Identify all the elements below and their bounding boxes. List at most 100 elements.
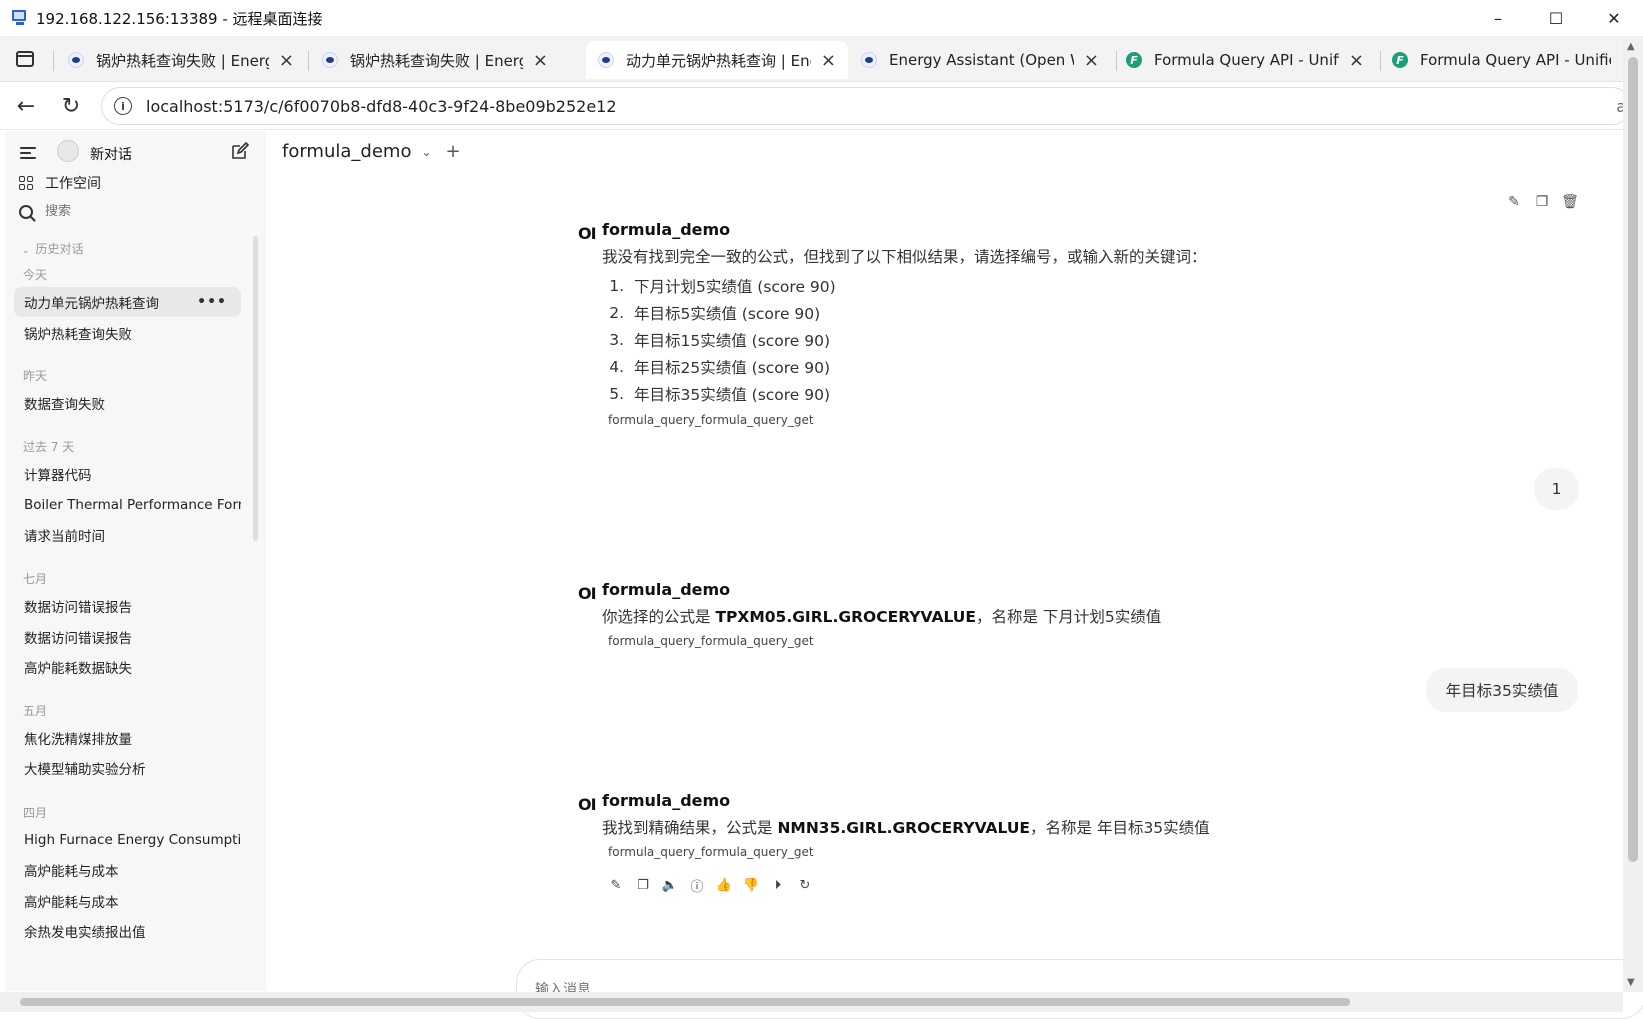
chat-item-active[interactable]: 动力单元锅炉热耗查询 ••• (14, 287, 241, 317)
chat-item[interactable]: 焦化洗精煤排放量 (14, 723, 241, 753)
reload-button[interactable]: ↻ (57, 92, 85, 120)
continue-play-icon[interactable]: ⏵ (770, 877, 786, 893)
close-window-button[interactable]: ✕ (1585, 0, 1643, 37)
history-label: 历史对话 (35, 242, 84, 256)
close-tab-icon[interactable]: × (1084, 50, 1099, 71)
close-tab-icon[interactable]: × (533, 50, 548, 71)
maximize-button[interactable]: ☐ (1527, 0, 1585, 37)
section-label: 四月 (23, 806, 48, 820)
chat-item[interactable]: Boiler Thermal Performance Forn (14, 490, 241, 520)
section-label: 过去 7 天 (23, 440, 75, 454)
page-horizontal-scrollbar[interactable] (0, 992, 1623, 1012)
browser-tab[interactable]: F Formula Query API - Unified × (1114, 41, 1376, 79)
list-text: 下月计划5实绩值 (score 90) (634, 277, 836, 296)
browser-tab[interactable]: F Formula Query API - Unified (1380, 41, 1623, 79)
sidebar-search[interactable] (19, 204, 225, 219)
add-model-icon[interactable]: + (446, 141, 461, 162)
chat-item[interactable]: 计算器代码 (14, 459, 241, 489)
tab-actions-button[interactable] (12, 46, 38, 72)
message-text-pre: 我找到精确结果，公式是 (602, 819, 778, 837)
tool-call-tag[interactable]: formula_query_formula_query_get (608, 413, 1402, 427)
model-selector[interactable]: formula_demo ⌄ + (282, 141, 461, 162)
chat-item[interactable]: 请求当前时间 (14, 520, 241, 550)
chat-item[interactable]: 高炉能耗与成本 (14, 886, 241, 916)
address-bar[interactable]: i localhost:5173/c/6f0070b8-dfd8-40c3-9f… (101, 87, 1631, 125)
close-tab-icon[interactable]: × (821, 50, 836, 71)
chat-item[interactable]: 数据访问错误报告 (14, 622, 241, 652)
search-input[interactable] (45, 204, 225, 219)
edit-pencil-icon[interactable]: ✎ (608, 877, 624, 893)
browser-tab[interactable]: 锅炉热耗查询失败 | Energy A × (310, 41, 560, 79)
chat-item-label: 请求当前时间 (24, 529, 105, 545)
chat-item[interactable]: 数据查询失败 (14, 388, 241, 418)
thumbs-up-icon[interactable]: 👍 (716, 877, 732, 893)
sidebar: 新对话 工作空间 ⌄ 历史对话 今天 动力单元锅炉热耗查询 ••• 锅炉热耗查询失… (5, 131, 266, 991)
chat-item[interactable]: 高炉能耗与成本 (14, 855, 241, 885)
close-tab-icon[interactable]: × (1349, 50, 1364, 71)
chat-item[interactable]: 余热发电实绩报出值 (14, 916, 241, 946)
message-text-post: ，名称是 年目标35实绩值 (1030, 819, 1210, 837)
model-name: formula_demo (282, 141, 412, 162)
read-aloud-speaker-icon[interactable]: 🔈 (662, 877, 678, 893)
edit-pencil-icon[interactable]: ✎ (1506, 194, 1522, 210)
url-text[interactable]: localhost:5173/c/6f0070b8-dfd8-40c3-9f24… (146, 97, 617, 116)
more-options-icon[interactable]: ••• (197, 294, 227, 310)
list-number: 2. (609, 303, 624, 322)
chat-item[interactable]: 锅炉热耗查询失败 (14, 318, 241, 348)
chevron-down-icon: ⌄ (22, 246, 30, 256)
scroll-down-icon[interactable]: ▼ (1627, 977, 1635, 988)
browser-tab[interactable]: 锅炉热耗查询失败 | Energy A × (56, 41, 306, 79)
openwebui-icon (598, 52, 614, 68)
tool-call-tag[interactable]: formula_query_formula_query_get (608, 845, 1402, 859)
fastapi-icon: F (1392, 52, 1408, 68)
sidebar-toggle-icon[interactable] (20, 147, 36, 159)
workspace-link[interactable]: 工作空间 (19, 173, 101, 193)
thumbs-down-icon[interactable]: 👎 (743, 877, 759, 893)
chat-item-label: Boiler Thermal Performance Forn (24, 497, 241, 513)
browser-tab-active[interactable]: 动力单元锅炉热耗查询 | Ener × (586, 41, 848, 79)
app-logo (57, 140, 79, 162)
chat-main: formula_demo ⌄ + ✎ ❐ 🗑 OI formula_demo 我… (266, 131, 1643, 1019)
message-author: formula_demo (602, 580, 731, 599)
regenerate-icon[interactable]: ↻ (797, 877, 813, 893)
new-chat-edit-icon[interactable] (230, 141, 250, 161)
tab-label: Formula Query API - Unified (1154, 51, 1339, 69)
info-icon[interactable]: ⓘ (689, 877, 705, 895)
chat-item[interactable]: 数据访问错误报告 (14, 591, 241, 621)
list-text: 年目标35实绩值 (score 90) (634, 385, 831, 404)
section-label: 七月 (23, 572, 48, 586)
sidebar-scrollbar[interactable] (253, 236, 258, 541)
list-item: 5. 年目标35实绩值 (score 90) (602, 380, 1402, 407)
user-message-bubble: 1 (1534, 468, 1579, 510)
formula-code: NMN35.GIRL.GROCERYVALUE (777, 819, 1031, 837)
scroll-thumb[interactable] (20, 998, 1350, 1006)
scroll-up-icon[interactable]: ▲ (1627, 41, 1635, 52)
model-avatar-icon: OI (578, 795, 597, 814)
browser-tab[interactable]: Energy Assistant (Open Web × (849, 41, 1111, 79)
history-header[interactable]: ⌄ 历史对话 (22, 240, 84, 257)
user-message-text: 年目标35实绩值 (1445, 682, 1559, 700)
list-item: 4. 年目标25实绩值 (score 90) (602, 353, 1402, 380)
chat-item-label: 高炉能耗与成本 (24, 895, 119, 911)
chevron-down-icon: ⌄ (421, 144, 432, 159)
chat-item[interactable]: High Furnace Energy Consumptic (14, 825, 241, 855)
tool-call-tag[interactable]: formula_query_formula_query_get (608, 634, 1402, 648)
chat-item[interactable]: 高炉能耗数据缺失 (14, 652, 241, 682)
delete-trash-icon[interactable]: 🗑 (1561, 194, 1579, 210)
message-text-post: ，名称是 下月计划5实绩值 (975, 608, 1162, 626)
copy-icon[interactable]: ❐ (1534, 194, 1550, 210)
user-message-text: 1 (1551, 480, 1562, 498)
page-vertical-scrollbar[interactable]: ▲ ▼ (1623, 37, 1643, 992)
minimize-button[interactable]: – (1469, 0, 1527, 37)
site-info-icon[interactable]: i (114, 97, 132, 115)
close-tab-icon[interactable]: × (279, 50, 294, 71)
tab-divider (53, 51, 54, 71)
list-number: 1. (609, 276, 624, 295)
formula-code: TPXM05.GIRL.GROCERYVALUE (715, 608, 976, 626)
copy-icon[interactable]: ❐ (635, 877, 651, 893)
scroll-thumb[interactable] (1628, 57, 1638, 862)
new-chat-label[interactable]: 新对话 (90, 144, 132, 164)
tab-divider (308, 51, 309, 71)
chat-item[interactable]: 大模型辅助实验分析 (14, 753, 241, 783)
back-button[interactable]: ← (12, 92, 40, 120)
